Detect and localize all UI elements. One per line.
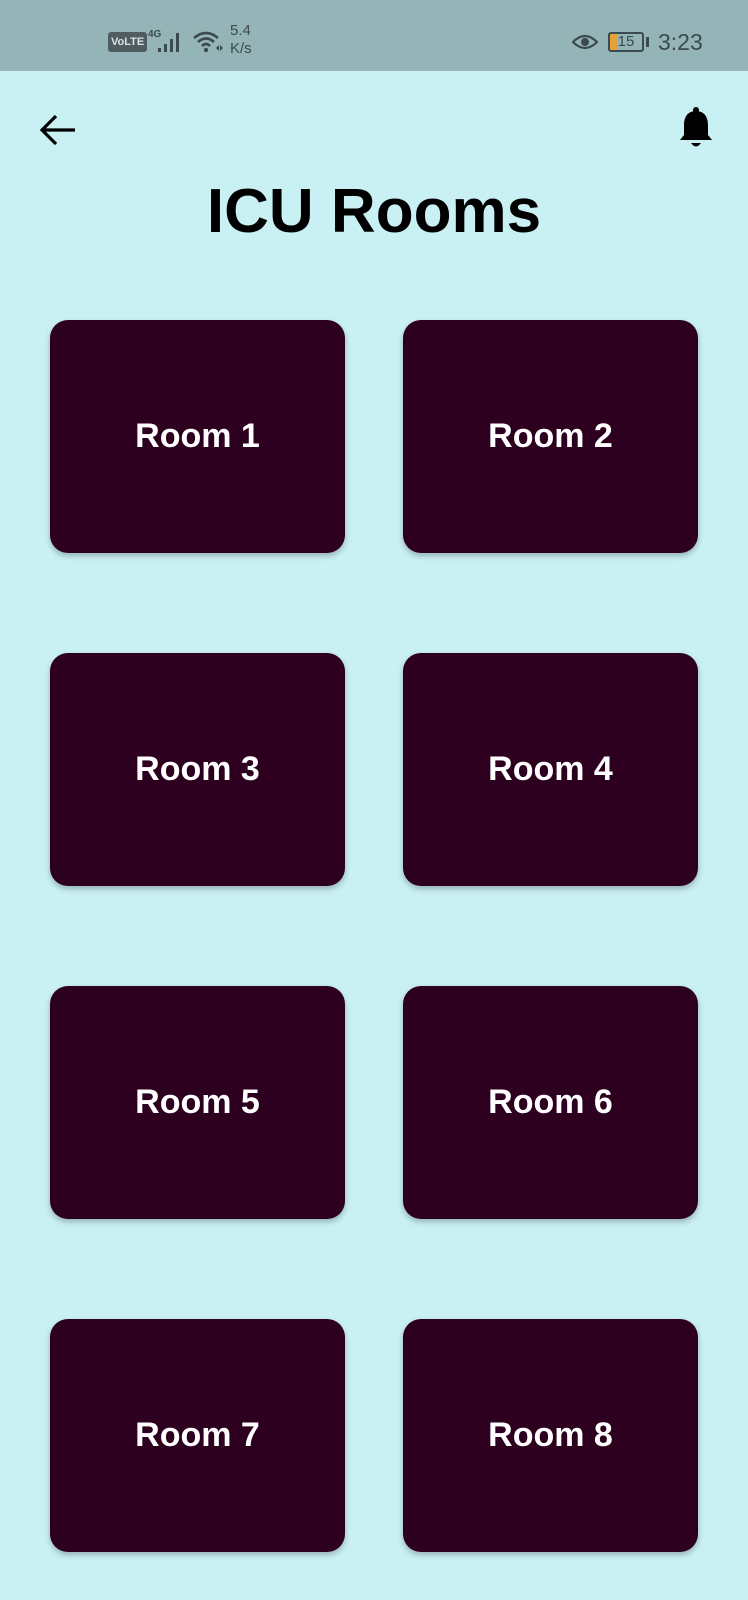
- signal-icon: 4G: [148, 28, 188, 61]
- status-time: 3:23: [658, 29, 703, 55]
- room-label: Room 1: [135, 417, 260, 455]
- arrow-left-icon: [39, 114, 75, 146]
- eye-icon: [571, 32, 599, 57]
- wifi-icon: [192, 30, 224, 59]
- status-bar: VoLTE 4G 5.4 K/s 15 3:23: [0, 0, 748, 71]
- room-card[interactable]: Room 3: [50, 653, 345, 886]
- bell-icon: [680, 107, 712, 147]
- room-card[interactable]: Room 2: [403, 320, 698, 553]
- speed-unit: K/s: [230, 40, 252, 57]
- notification-button[interactable]: [672, 104, 720, 152]
- room-label: Room 3: [135, 750, 260, 788]
- back-button[interactable]: [34, 106, 82, 154]
- battery-icon: 15: [608, 32, 644, 52]
- network-type-label: 4G: [148, 29, 162, 40]
- room-grid: Room 1 Room 2 Room 3 Room 4 Room 5 Room …: [50, 320, 698, 1552]
- room-label: Room 5: [135, 1083, 260, 1121]
- speed-value: 5.4: [230, 22, 251, 39]
- room-label: Room 7: [135, 1416, 260, 1454]
- room-card[interactable]: Room 5: [50, 986, 345, 1219]
- room-label: Room 6: [488, 1083, 613, 1121]
- volte-badge: VoLTE: [108, 32, 148, 52]
- room-card[interactable]: Room 8: [403, 1319, 698, 1552]
- room-card[interactable]: Room 4: [403, 653, 698, 886]
- room-label: Room 2: [488, 417, 613, 455]
- room-card[interactable]: Room 7: [50, 1319, 345, 1552]
- room-card[interactable]: Room 6: [403, 986, 698, 1219]
- battery-tip: [646, 37, 649, 47]
- room-label: Room 8: [488, 1416, 613, 1454]
- room-label: Room 4: [488, 750, 613, 788]
- room-card[interactable]: Room 1: [50, 320, 345, 553]
- network-speed: 5.4 K/s: [230, 22, 252, 58]
- page-title: ICU Rooms: [206, 177, 542, 246]
